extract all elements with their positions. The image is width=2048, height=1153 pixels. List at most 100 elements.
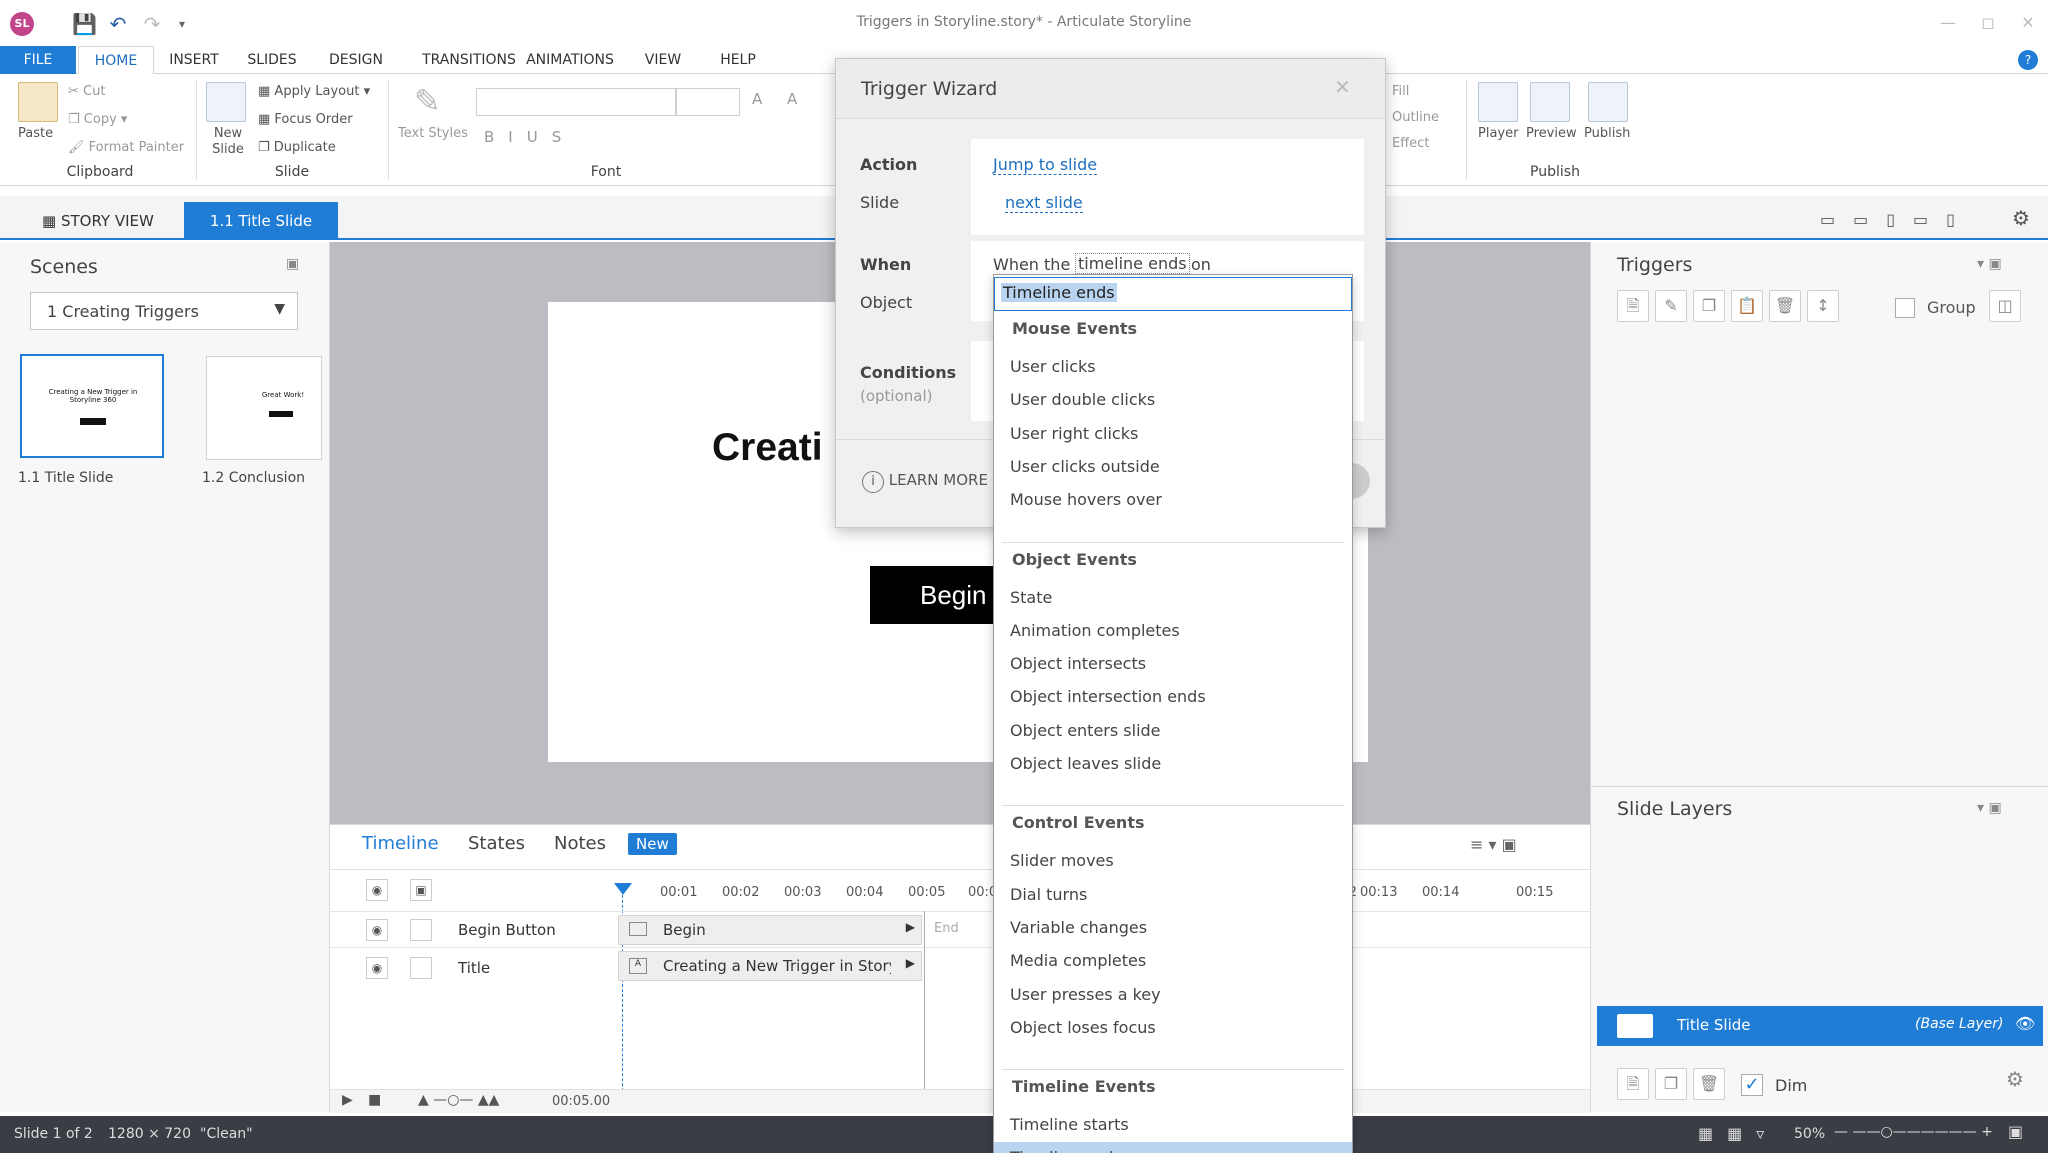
tab-timeline[interactable]: Timeline [362, 833, 439, 854]
story-view-tab[interactable]: ▦ STORY VIEW [42, 202, 154, 240]
copy-button[interactable]: ❐ Copy ▾ [68, 112, 127, 127]
dropdown-item[interactable]: Object intersection ends [1010, 687, 1206, 706]
tab-insert[interactable]: INSERT [160, 46, 228, 74]
dropdown-item[interactable]: User right clicks [1010, 424, 1138, 443]
outline-button[interactable]: Outline [1392, 110, 1439, 125]
base-layer-row[interactable]: Title Slide (Base Layer) 👁 [1597, 1006, 2043, 1046]
dropdown-item[interactable]: User clicks [1010, 357, 1096, 376]
tab-transitions[interactable]: TRANSITIONS [404, 46, 534, 74]
minimize-icon[interactable]: — [1934, 10, 1962, 36]
text-styles-button[interactable]: Text Styles [398, 126, 468, 141]
tab-design[interactable]: DESIGN [320, 46, 392, 74]
player-icon[interactable] [1478, 82, 1518, 122]
layers-collapse-icon[interactable]: ▾ ▣ [1977, 800, 2002, 816]
font-size-icons[interactable]: A A [752, 90, 807, 108]
timeline-bar[interactable]: A Creating a New Trigger in Storyline...… [618, 951, 922, 981]
dropdown-item[interactable]: Timeline starts [1010, 1115, 1129, 1134]
dropdown-item[interactable]: Object leaves slide [1010, 754, 1161, 773]
new-layer-icon[interactable]: 🗎 [1617, 1068, 1649, 1100]
dropdown-item[interactable]: Variable changes [1010, 918, 1147, 937]
when-value[interactable]: timeline ends [1075, 253, 1190, 274]
delete-layer-icon[interactable]: 🗑 [1693, 1068, 1725, 1100]
dropdown-item[interactable]: Object enters slide [1010, 721, 1161, 740]
close-window-icon[interactable]: ✕ [2014, 10, 2042, 36]
gear-icon[interactable]: ⚙ [2012, 206, 2030, 230]
fill-button[interactable]: Fill [1392, 84, 1409, 99]
edit-trigger-icon[interactable]: ✎ [1655, 290, 1687, 322]
tab-slides[interactable]: SLIDES [236, 46, 308, 74]
font-size-select[interactable] [676, 88, 740, 116]
tab-help[interactable]: HELP [714, 46, 762, 74]
fit-icon[interactable]: ▣ [2008, 1122, 2023, 1141]
playhead-icon[interactable] [614, 883, 632, 895]
tab-notes[interactable]: Notes [554, 833, 606, 854]
layer-settings-icon[interactable]: ⚙ [1999, 1064, 2031, 1096]
timeline-options-icon[interactable]: ≡ ▾ ▣ [1470, 835, 1517, 854]
stop-icon[interactable]: ■ [368, 1092, 381, 1108]
format-painter-button[interactable]: 🖌 Format Painter [68, 140, 184, 155]
dropdown-item[interactable]: State [1010, 588, 1052, 607]
dropdown-item[interactable]: Slider moves [1010, 851, 1114, 870]
font-family-select[interactable] [476, 88, 676, 116]
publish-icon[interactable] [1588, 82, 1628, 122]
player-button[interactable]: Player [1478, 126, 1518, 141]
duplicate-button[interactable]: ❐ Duplicate [258, 140, 336, 155]
eye-icon[interactable]: ◉ [366, 879, 388, 901]
zoom-slider[interactable]: — ——○—————— + [1834, 1124, 1993, 1140]
lock-checkbox[interactable] [410, 957, 432, 979]
action-value[interactable]: Jump to slide [993, 155, 1098, 175]
tab-file[interactable]: FILE [0, 46, 76, 74]
active-slide-tab[interactable]: 1.1 Title Slide [184, 202, 338, 240]
preview-button[interactable]: Preview [1526, 126, 1577, 141]
delete-trigger-icon[interactable]: 🗑 [1769, 290, 1801, 322]
new-slide-icon[interactable] [206, 82, 246, 122]
device-preview-icons[interactable]: ▭▭▯▭▯ [1820, 210, 1973, 229]
new-trigger-icon[interactable]: 🗎 [1617, 290, 1649, 322]
timeline-row-name[interactable]: Title [458, 959, 490, 977]
eye-icon[interactable]: ◉ [366, 957, 388, 979]
group-checkbox[interactable] [1895, 298, 1915, 318]
slide-value[interactable]: next slide [1005, 193, 1083, 213]
maximize-icon[interactable]: ◻ [1974, 10, 2002, 36]
event-search-input[interactable]: Timeline ends [994, 277, 1352, 311]
dropdown-item[interactable]: Timeline ends [994, 1142, 1352, 1153]
paste-icon[interactable] [18, 82, 58, 122]
dropdown-item[interactable]: Object intersects [1010, 654, 1146, 673]
preview-icon[interactable] [1530, 82, 1570, 122]
tab-animations[interactable]: ANIMATIONS [518, 46, 622, 74]
duplicate-layer-icon[interactable]: ❐ [1655, 1068, 1687, 1100]
close-icon[interactable]: ✕ [1334, 75, 1351, 99]
effect-button[interactable]: Effect [1392, 136, 1429, 151]
paste-button[interactable]: Paste [18, 126, 53, 141]
help-icon[interactable]: ? [2018, 50, 2038, 70]
new-slide-button[interactable]: New Slide [208, 126, 248, 158]
dropdown-item[interactable]: Media completes [1010, 951, 1146, 970]
lock-checkbox[interactable] [410, 919, 432, 941]
lock-icon[interactable]: ▣ [410, 879, 432, 901]
dim-checkbox[interactable]: ✓ [1741, 1074, 1763, 1096]
tab-view[interactable]: VIEW [640, 46, 686, 74]
dropdown-item[interactable]: User clicks outside [1010, 457, 1160, 476]
variables-icon[interactable]: ◫ [1989, 290, 2021, 322]
triggers-collapse-icon[interactable]: ▾ ▣ [1977, 256, 2002, 272]
panel-restore-icon[interactable]: ▣ [286, 256, 299, 272]
view-mode-icons[interactable]: ▦▦▿ [1698, 1124, 1778, 1143]
copy-trigger-icon[interactable]: ❐ [1693, 290, 1725, 322]
zoom-slider[interactable]: ▲ —○— ▲▲ [418, 1092, 499, 1108]
eye-icon[interactable]: ◉ [366, 919, 388, 941]
scene-select[interactable]: 1 Creating Triggers ▼ [30, 292, 298, 330]
dropdown-item[interactable]: User double clicks [1010, 390, 1155, 409]
dropdown-item[interactable]: Dial turns [1010, 885, 1087, 904]
paste-trigger-icon[interactable]: 📋 [1731, 290, 1763, 322]
dropdown-item[interactable]: Mouse hovers over [1010, 490, 1162, 509]
learn-more-link[interactable]: i LEARN MORE [862, 471, 988, 493]
tab-home[interactable]: HOME [78, 46, 154, 75]
dropdown-item[interactable]: User presses a key [1010, 985, 1161, 1004]
timeline-row-name[interactable]: Begin Button [458, 921, 556, 939]
cut-button[interactable]: ✂ Cut [68, 84, 105, 99]
play-icon[interactable]: ▶ [342, 1092, 353, 1108]
eye-icon[interactable]: 👁 [2015, 1014, 2035, 1033]
font-format-icons[interactable]: BIUS [484, 128, 575, 146]
slide-title[interactable]: Creati [712, 426, 823, 470]
apply-layout-button[interactable]: ▦ Apply Layout ▾ [258, 84, 370, 99]
